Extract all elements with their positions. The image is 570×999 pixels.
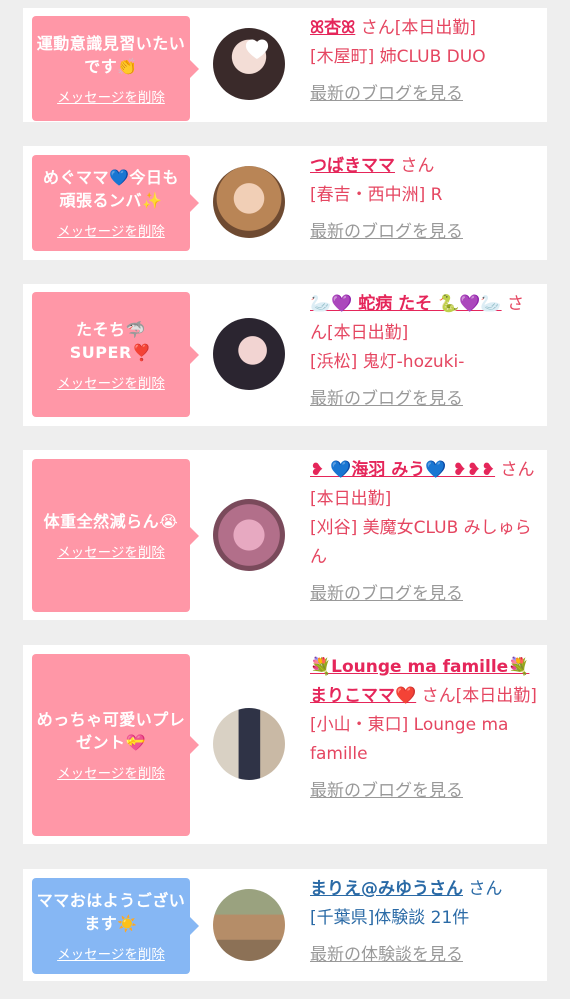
blog-link[interactable]: 最新のブログを見る: [310, 781, 463, 801]
message-card: 運動意識見習いたいです👏 メッセージを削除 ꕤ杏ꕤ さん[本日出勤] [木屋町]…: [23, 8, 547, 122]
message-card: めっちゃ可愛いプレゼント💝 メッセージを削除 💐Lounge ma famill…: [23, 645, 547, 844]
cast-info: ❥ 💙海羽 みう💙 ❥❥❥ さん[本日出勤] [刈谷] 美魔女CLUB みしゅら…: [310, 456, 540, 609]
delete-message-link[interactable]: メッセージを削除: [57, 762, 165, 782]
cast-suffix: さん: [463, 879, 503, 899]
cast-name-link[interactable]: ꕤ杏ꕤ: [310, 18, 355, 38]
cast-info: つばきママ さん [春吉・西中洲] R 最新のブログを見る: [310, 152, 540, 247]
delete-message-link[interactable]: メッセージを削除: [57, 220, 165, 240]
message-bubble: たそち🦈 SUPER❣️ メッセージを削除: [32, 292, 199, 417]
message-bubble: めっちゃ可愛いプレゼント💝 メッセージを削除: [32, 654, 199, 836]
cast-info: 🦢💜 蛇病 たそ 🐍💜🦢 さん[本日出勤] [浜松] 鬼灯-hozuki- 最新…: [310, 290, 540, 414]
cast-suffix: さん: [395, 156, 435, 176]
delete-message-link[interactable]: メッセージを削除: [57, 86, 165, 106]
shop-info: [春吉・西中洲] R: [310, 185, 443, 205]
message-card: たそち🦈 SUPER❣️ メッセージを削除 🦢💜 蛇病 たそ 🐍💜🦢 さん[本日…: [23, 284, 547, 426]
delete-message-link[interactable]: メッセージを削除: [57, 372, 165, 392]
cast-suffix: さん[本日出勤]: [416, 686, 537, 706]
cast-suffix: さん[本日出勤]: [355, 18, 476, 38]
avatar[interactable]: [213, 28, 285, 100]
shop-info: [刈谷] 美魔女CLUB みしゅらん: [310, 518, 532, 567]
message-card: 体重全然減らん😭 メッセージを削除 ❥ 💙海羽 みう💙 ❥❥❥ さん[本日出勤]…: [23, 450, 547, 620]
message-card: めぐママ💙今日も頑張るンバ✨ メッセージを削除 つばきママ さん [春吉・西中洲…: [23, 146, 547, 260]
avatar[interactable]: [213, 166, 285, 238]
cast-name-link[interactable]: ❥ 💙海羽 みう💙 ❥❥❥: [310, 460, 495, 480]
message-text: めっちゃ可愛いプレゼント💝: [36, 710, 186, 752]
blog-link[interactable]: 最新のブログを見る: [310, 584, 463, 604]
avatar[interactable]: [213, 499, 285, 571]
message-text: ママおはようございます☀️: [36, 891, 186, 933]
cast-name-link[interactable]: 🦢💜 蛇病 たそ 🐍💜🦢: [310, 294, 502, 314]
cast-info: まりえ@みゆうさん さん [千葉県]体験談 21件 最新の体験談を見る: [310, 875, 540, 970]
shop-info: [千葉県]体験談 21件: [310, 908, 470, 928]
cast-name-link[interactable]: まりえ@みゆうさん: [310, 879, 463, 899]
delete-message-link[interactable]: メッセージを削除: [57, 943, 165, 963]
message-text: たそち🦈 SUPER❣️: [69, 319, 153, 362]
message-bubble: めぐママ💙今日も頑張るンバ✨ メッセージを削除: [32, 155, 199, 251]
shop-info: [木屋町] 姉CLUB DUO: [310, 47, 486, 67]
message-bubble: 体重全然減らん😭 メッセージを削除: [32, 459, 199, 612]
cast-info: 💐Lounge ma famille💐まりこママ❤️ さん[本日出勤] [小山・…: [310, 653, 540, 806]
blog-link[interactable]: 最新の体験談を見る: [310, 945, 463, 965]
message-text: 体重全然減らん😭: [43, 512, 179, 531]
avatar[interactable]: [213, 889, 285, 961]
message-bubble: ママおはようございます☀️ メッセージを削除: [32, 878, 199, 974]
delete-message-link[interactable]: メッセージを削除: [57, 541, 165, 561]
cast-name-link[interactable]: つばきママ: [310, 156, 395, 176]
avatar[interactable]: [213, 318, 285, 390]
cast-info: ꕤ杏ꕤ さん[本日出勤] [木屋町] 姉CLUB DUO 最新のブログを見る: [310, 14, 540, 109]
message-card: ママおはようございます☀️ メッセージを削除 まりえ@みゆうさん さん [千葉県…: [23, 869, 547, 981]
message-text: 運動意識見習いたいです👏: [36, 33, 186, 76]
message-text: めぐママ💙今日も頑張るンバ✨: [43, 168, 179, 210]
avatar[interactable]: [213, 708, 285, 780]
shop-info: [小山・東口] Lounge ma famille: [310, 715, 509, 764]
shop-info: [浜松] 鬼灯-hozuki-: [310, 352, 465, 372]
blog-link[interactable]: 最新のブログを見る: [310, 222, 463, 242]
blog-link[interactable]: 最新のブログを見る: [310, 389, 463, 409]
message-bubble: 運動意識見習いたいです👏 メッセージを削除: [32, 16, 199, 121]
blog-link[interactable]: 最新のブログを見る: [310, 84, 463, 104]
